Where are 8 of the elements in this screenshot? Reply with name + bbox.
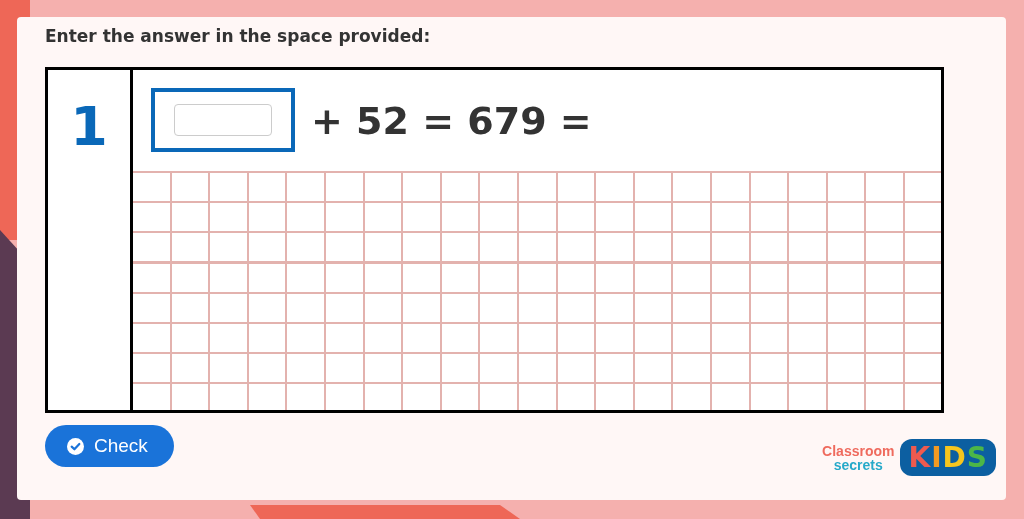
- check-button[interactable]: Check: [45, 425, 174, 467]
- equation-text: + 52 = 679 =: [311, 98, 592, 143]
- answer-field[interactable]: [151, 87, 295, 152]
- brand-logo: Classroom secrets: [822, 443, 895, 472]
- kids-badge: KIDS: [900, 439, 996, 476]
- instruction-text: Enter the answer in the space provided:: [45, 25, 432, 48]
- question-number: 1: [48, 70, 133, 410]
- check-icon: [67, 437, 84, 455]
